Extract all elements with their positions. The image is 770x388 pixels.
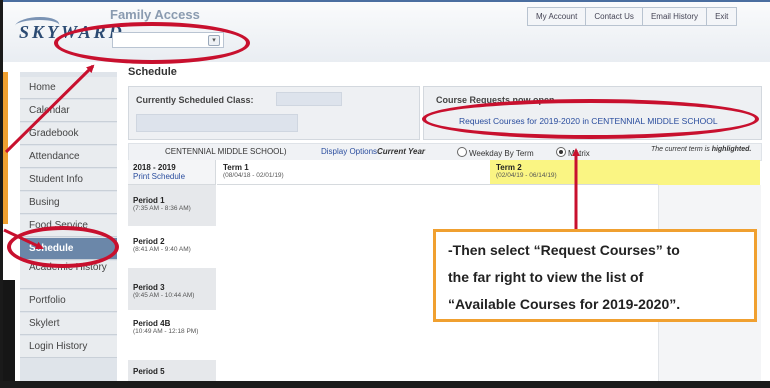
dark-block [3, 280, 15, 381]
app-title: Family Access [110, 7, 200, 22]
period-name: Period 1 [133, 196, 165, 205]
period-name: Period 2 [133, 237, 165, 246]
year-cell: 2018 - 2019 Print Schedule [128, 160, 216, 185]
term-2-header: Term 2 (02/04/19 - 06/14/19) [490, 160, 658, 185]
bottom-border [0, 381, 770, 388]
term-name: Term 1 [223, 163, 249, 172]
redacted-field [276, 92, 342, 106]
contact-us-link[interactable]: Contact Us [586, 8, 643, 25]
current-class-panel: Currently Scheduled Class: [128, 86, 420, 140]
legend-emphasis: highlighted. [711, 146, 752, 153]
print-schedule-link[interactable]: Print Schedule [133, 172, 210, 181]
email-history-link[interactable]: Email History [643, 8, 708, 25]
school-year: 2018 - 2019 [133, 163, 176, 172]
term-1-header: Term 1 (08/04/18 - 02/01/19) [217, 160, 490, 185]
period-time: (8:41 AM - 9:40 AM) [133, 246, 191, 253]
radio-selected-icon[interactable] [556, 147, 566, 157]
period-name: Period 5 [133, 367, 165, 376]
highlight-ellipse-schedule [7, 226, 119, 268]
highlight-ellipse-request [422, 99, 759, 139]
highlight-ellipse-student [54, 22, 250, 64]
period-row: Period 3 (9:45 AM - 10:44 AM) [128, 279, 216, 303]
instruction-callout: -Then select “Request Courses” to the fa… [433, 229, 757, 322]
legend-text: The current term is [651, 146, 712, 153]
current-class-label: Currently Scheduled Class: [136, 95, 254, 105]
period-name: Period 3 [133, 283, 165, 292]
my-account-link[interactable]: My Account [528, 8, 587, 25]
display-options-link[interactable]: Display Options [321, 147, 377, 156]
term-name: Term 2 [496, 163, 522, 172]
period-row: Period 1 (7:35 AM - 8:36 AM) [128, 192, 216, 216]
callout-line: the far right to view the list of [448, 269, 644, 285]
period-row: Period 5 [128, 363, 216, 380]
sidebar-item-busing[interactable]: Busing [20, 192, 117, 214]
sidebar-item-login-history[interactable]: Login History [20, 336, 117, 358]
weekday-by-term-option[interactable]: Weekday By Term [457, 147, 534, 158]
matrix-option[interactable]: Matrix [556, 147, 590, 158]
exit-link[interactable]: Exit [707, 8, 736, 25]
period-time: (9:45 AM - 10:44 AM) [133, 292, 195, 299]
orange-accent-bar [3, 72, 8, 224]
redacted-field [136, 114, 298, 132]
period-row: Period 2 (8:41 AM - 9:40 AM) [128, 226, 216, 268]
current-year-label[interactable]: Current Year [377, 147, 425, 156]
callout-line: “Available Courses for 2019-2020”. [448, 296, 681, 312]
current-term-legend: The current term is highlighted. [651, 146, 751, 153]
sidebar-item-gradebook[interactable]: Gradebook [20, 123, 117, 145]
page-title: Schedule [128, 66, 177, 78]
period-time: (10:49 AM - 12:18 PM) [133, 328, 199, 335]
weekday-by-term-label: Weekday By Term [469, 149, 534, 158]
top-links: My Account Contact Us Email History Exit [527, 7, 738, 26]
callout-line: -Then select “Request Courses” to [448, 242, 680, 258]
term-dates: (08/04/18 - 02/01/19) [223, 172, 284, 179]
sidebar-item-home[interactable]: Home [20, 77, 117, 99]
sidebar-item-attendance[interactable]: Attendance [20, 146, 117, 168]
period-name: Period 4B [133, 319, 171, 328]
matrix-label: Matrix [568, 149, 590, 158]
sidebar-item-skylert[interactable]: Skylert [20, 313, 117, 335]
sidebar-item-portfolio[interactable]: Portfolio [20, 290, 117, 312]
period-time: (7:35 AM - 8:36 AM) [133, 205, 191, 212]
radio-icon[interactable] [457, 147, 467, 157]
term-header-fill [658, 160, 760, 186]
sidebar-item-student-info[interactable]: Student Info [20, 169, 117, 191]
school-text: CENTENNIAL MIDDLE SCHOOL) [165, 147, 287, 156]
term-dates: (02/04/19 - 06/14/19) [496, 172, 557, 179]
sidebar-item-calendar[interactable]: Calendar [20, 100, 117, 122]
period-row: Period 4B (10:49 AM - 12:18 PM) [128, 310, 216, 360]
